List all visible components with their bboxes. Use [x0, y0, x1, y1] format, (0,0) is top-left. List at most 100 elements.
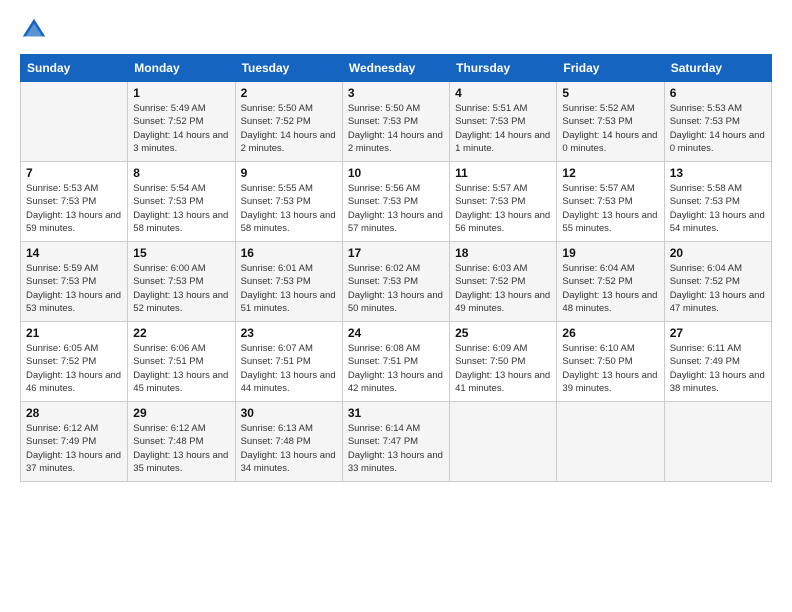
day-info: Sunrise: 6:07 AMSunset: 7:51 PMDaylight:… [241, 342, 337, 395]
calendar-cell: 22Sunrise: 6:06 AMSunset: 7:51 PMDayligh… [128, 322, 235, 402]
calendar-cell: 26 Sunrise: 6:10 AMSunset: 7:50 PMDayligh… [557, 322, 664, 402]
calendar-table: SundayMondayTuesdayWednesdayThursdayFrid… [20, 54, 772, 482]
calendar-header-row: SundayMondayTuesdayWednesdayThursdayFrid… [21, 55, 772, 82]
header-day-saturday: Saturday [664, 55, 771, 82]
day-number: 21 [26, 326, 122, 340]
day-number: 26 [562, 326, 658, 340]
day-number: 15 [133, 246, 229, 260]
calendar-cell: 7Sunrise: 5:53 AMSunset: 7:53 PMDaylight… [21, 162, 128, 242]
calendar-cell: 18 Sunrise: 6:03 AMSunset: 7:52 PMDayligh… [450, 242, 557, 322]
logo [20, 16, 52, 44]
calendar-cell: 6 Sunrise: 5:53 AMSunset: 7:53 PMDaylight… [664, 82, 771, 162]
day-number: 12 [562, 166, 658, 180]
calendar-cell: 21 Sunrise: 6:05 AMSunset: 7:52 PMDayligh… [21, 322, 128, 402]
day-info: Sunrise: 6:09 AMSunset: 7:50 PMDaylight:… [455, 342, 551, 395]
calendar-cell: 14 Sunrise: 5:59 AMSunset: 7:53 PMDayligh… [21, 242, 128, 322]
day-number: 1 [133, 86, 229, 100]
day-info: Sunrise: 5:57 AMSunset: 7:53 PMDaylight:… [562, 182, 658, 235]
day-info: Sunrise: 6:03 AMSunset: 7:52 PMDaylight:… [455, 262, 551, 315]
calendar-cell [557, 402, 664, 482]
day-number: 9 [241, 166, 337, 180]
calendar-week-row: 28 Sunrise: 6:12 AMSunset: 7:49 PMDayligh… [21, 402, 772, 482]
day-info: Sunrise: 5:53 AMSunset: 7:53 PMDaylight:… [670, 102, 766, 155]
calendar-cell: 5Sunrise: 5:52 AMSunset: 7:53 PMDaylight… [557, 82, 664, 162]
day-info: Sunrise: 5:50 AMSunset: 7:52 PMDaylight:… [241, 102, 337, 155]
logo-icon [20, 16, 48, 44]
day-info: Sunrise: 5:49 AMSunset: 7:52 PMDaylight:… [133, 102, 229, 155]
calendar-cell: 30Sunrise: 6:13 AMSunset: 7:48 PMDayligh… [235, 402, 342, 482]
day-number: 2 [241, 86, 337, 100]
day-info: Sunrise: 5:50 AMSunset: 7:53 PMDaylight:… [348, 102, 444, 155]
calendar-cell: 9 Sunrise: 5:55 AMSunset: 7:53 PMDaylight… [235, 162, 342, 242]
header-day-sunday: Sunday [21, 55, 128, 82]
day-number: 27 [670, 326, 766, 340]
day-number: 25 [455, 326, 551, 340]
day-number: 16 [241, 246, 337, 260]
day-info: Sunrise: 5:57 AMSunset: 7:53 PMDaylight:… [455, 182, 551, 235]
calendar-cell: 8 Sunrise: 5:54 AMSunset: 7:53 PMDaylight… [128, 162, 235, 242]
day-info: Sunrise: 6:02 AMSunset: 7:53 PMDaylight:… [348, 262, 444, 315]
calendar-cell [450, 402, 557, 482]
day-info: Sunrise: 6:06 AMSunset: 7:51 PMDaylight:… [133, 342, 229, 395]
header-day-thursday: Thursday [450, 55, 557, 82]
day-info: Sunrise: 6:00 AMSunset: 7:53 PMDaylight:… [133, 262, 229, 315]
day-number: 4 [455, 86, 551, 100]
day-info: Sunrise: 6:14 AMSunset: 7:47 PMDaylight:… [348, 422, 444, 475]
day-number: 14 [26, 246, 122, 260]
day-info: Sunrise: 6:12 AMSunset: 7:49 PMDaylight:… [26, 422, 122, 475]
calendar-cell: 20 Sunrise: 6:04 AMSunset: 7:52 PMDayligh… [664, 242, 771, 322]
calendar-cell: 29 Sunrise: 6:12 AMSunset: 7:48 PMDayligh… [128, 402, 235, 482]
day-number: 18 [455, 246, 551, 260]
calendar-cell: 31 Sunrise: 6:14 AMSunset: 7:47 PMDayligh… [342, 402, 449, 482]
calendar-cell: 2 Sunrise: 5:50 AMSunset: 7:52 PMDaylight… [235, 82, 342, 162]
calendar-cell: 1 Sunrise: 5:49 AMSunset: 7:52 PMDaylight… [128, 82, 235, 162]
day-info: Sunrise: 6:08 AMSunset: 7:51 PMDaylight:… [348, 342, 444, 395]
day-info: Sunrise: 5:58 AMSunset: 7:53 PMDaylight:… [670, 182, 766, 235]
day-number: 23 [241, 326, 337, 340]
calendar-cell: 27 Sunrise: 6:11 AMSunset: 7:49 PMDayligh… [664, 322, 771, 402]
calendar-cell: 10 Sunrise: 5:56 AMSunset: 7:53 PMDayligh… [342, 162, 449, 242]
day-number: 28 [26, 406, 122, 420]
day-number: 17 [348, 246, 444, 260]
day-info: Sunrise: 6:04 AMSunset: 7:52 PMDaylight:… [670, 262, 766, 315]
calendar-cell: 16Sunrise: 6:01 AMSunset: 7:53 PMDayligh… [235, 242, 342, 322]
day-info: Sunrise: 5:56 AMSunset: 7:53 PMDaylight:… [348, 182, 444, 235]
day-info: Sunrise: 6:12 AMSunset: 7:48 PMDaylight:… [133, 422, 229, 475]
day-info: Sunrise: 5:54 AMSunset: 7:53 PMDaylight:… [133, 182, 229, 235]
calendar-cell: 15 Sunrise: 6:00 AMSunset: 7:53 PMDayligh… [128, 242, 235, 322]
header-day-tuesday: Tuesday [235, 55, 342, 82]
calendar-cell: 17 Sunrise: 6:02 AMSunset: 7:53 PMDayligh… [342, 242, 449, 322]
day-number: 8 [133, 166, 229, 180]
calendar-week-row: 14 Sunrise: 5:59 AMSunset: 7:53 PMDayligh… [21, 242, 772, 322]
day-number: 7 [26, 166, 122, 180]
day-number: 24 [348, 326, 444, 340]
day-number: 19 [562, 246, 658, 260]
calendar-cell: 25 Sunrise: 6:09 AMSunset: 7:50 PMDayligh… [450, 322, 557, 402]
calendar-cell: 28 Sunrise: 6:12 AMSunset: 7:49 PMDayligh… [21, 402, 128, 482]
day-info: Sunrise: 5:52 AMSunset: 7:53 PMDaylight:… [562, 102, 658, 155]
day-number: 29 [133, 406, 229, 420]
calendar-week-row: 7Sunrise: 5:53 AMSunset: 7:53 PMDaylight… [21, 162, 772, 242]
calendar-cell [664, 402, 771, 482]
day-number: 6 [670, 86, 766, 100]
calendar-cell: 24 Sunrise: 6:08 AMSunset: 7:51 PMDayligh… [342, 322, 449, 402]
day-info: Sunrise: 6:04 AMSunset: 7:52 PMDaylight:… [562, 262, 658, 315]
header-day-wednesday: Wednesday [342, 55, 449, 82]
calendar-cell: 12 Sunrise: 5:57 AMSunset: 7:53 PMDayligh… [557, 162, 664, 242]
header-day-monday: Monday [128, 55, 235, 82]
day-number: 11 [455, 166, 551, 180]
calendar-cell [21, 82, 128, 162]
calendar-cell: 13Sunrise: 5:58 AMSunset: 7:53 PMDayligh… [664, 162, 771, 242]
day-number: 10 [348, 166, 444, 180]
day-info: Sunrise: 5:51 AMSunset: 7:53 PMDaylight:… [455, 102, 551, 155]
day-number: 20 [670, 246, 766, 260]
day-info: Sunrise: 5:59 AMSunset: 7:53 PMDaylight:… [26, 262, 122, 315]
day-info: Sunrise: 6:11 AMSunset: 7:49 PMDaylight:… [670, 342, 766, 395]
day-info: Sunrise: 6:10 AMSunset: 7:50 PMDaylight:… [562, 342, 658, 395]
day-info: Sunrise: 5:55 AMSunset: 7:53 PMDaylight:… [241, 182, 337, 235]
calendar-cell: 4 Sunrise: 5:51 AMSunset: 7:53 PMDaylight… [450, 82, 557, 162]
calendar-cell: 3Sunrise: 5:50 AMSunset: 7:53 PMDaylight… [342, 82, 449, 162]
day-number: 31 [348, 406, 444, 420]
day-info: Sunrise: 6:05 AMSunset: 7:52 PMDaylight:… [26, 342, 122, 395]
calendar-cell: 23 Sunrise: 6:07 AMSunset: 7:51 PMDayligh… [235, 322, 342, 402]
